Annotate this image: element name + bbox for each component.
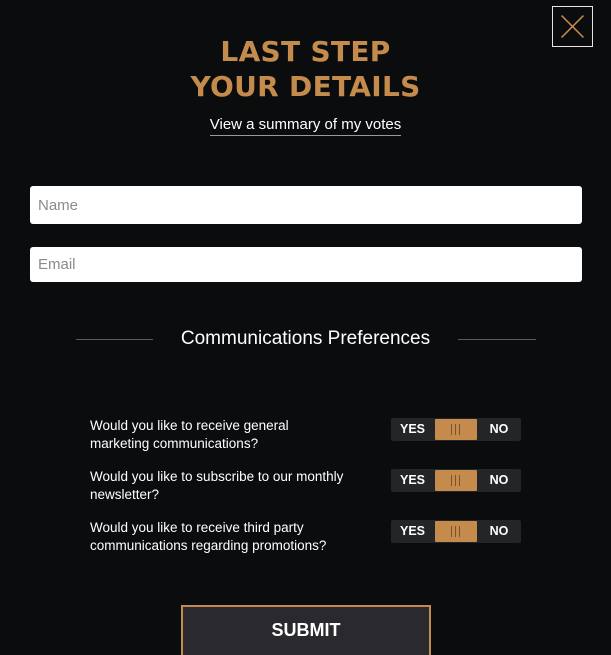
question-line-1: Would you like to receive general: [90, 418, 289, 433]
title-line-2: YOUR DETAILS: [190, 70, 421, 103]
preferences-divider: Communications Preferences: [0, 328, 611, 352]
toggle-no-label[interactable]: NO: [477, 469, 521, 492]
toggle-yes-label[interactable]: YES: [391, 469, 434, 492]
email-field[interactable]: [30, 247, 582, 282]
view-summary-link[interactable]: View a summary of my votes: [209, 116, 402, 136]
question-line-1: Would you like to receive third party: [90, 520, 304, 535]
toggle-knob[interactable]: [435, 521, 477, 542]
question-line-1: Would you like to subscribe to our month…: [90, 469, 344, 484]
marketing-toggle[interactable]: YES NO: [391, 418, 521, 441]
question-line-2: marketing communications?: [90, 436, 259, 451]
third-party-toggle[interactable]: YES NO: [391, 520, 521, 543]
preference-question: Would you like to subscribe to our month…: [90, 468, 380, 504]
toggle-knob[interactable]: [435, 419, 477, 440]
toggle-yes-label[interactable]: YES: [391, 520, 434, 543]
preference-question: Would you like to receive general market…: [90, 417, 380, 453]
preference-row-marketing: Would you like to receive general market…: [90, 417, 522, 453]
page-title: LAST STEP YOUR DETAILS: [0, 34, 611, 104]
preference-row-third-party: Would you like to receive third party co…: [90, 519, 522, 555]
question-line-2: communications regarding promotions?: [90, 538, 327, 553]
name-field[interactable]: [30, 186, 582, 224]
newsletter-toggle[interactable]: YES NO: [391, 469, 521, 492]
title-line-1: LAST STEP: [220, 35, 391, 68]
toggle-no-label[interactable]: NO: [477, 418, 521, 441]
submit-button[interactable]: SUBMIT: [181, 605, 431, 655]
summary-link-container: View a summary of my votes: [0, 116, 611, 136]
toggle-yes-label[interactable]: YES: [391, 418, 434, 441]
toggle-no-label[interactable]: NO: [477, 520, 521, 543]
toggle-knob[interactable]: [435, 470, 477, 491]
details-modal: LAST STEP YOUR DETAILS View a summary of…: [0, 0, 611, 655]
question-line-2: newsletter?: [90, 487, 160, 502]
preference-row-newsletter: Would you like to subscribe to our month…: [90, 468, 522, 504]
divider-line-right: [458, 339, 536, 340]
preference-question: Would you like to receive third party co…: [90, 519, 380, 555]
